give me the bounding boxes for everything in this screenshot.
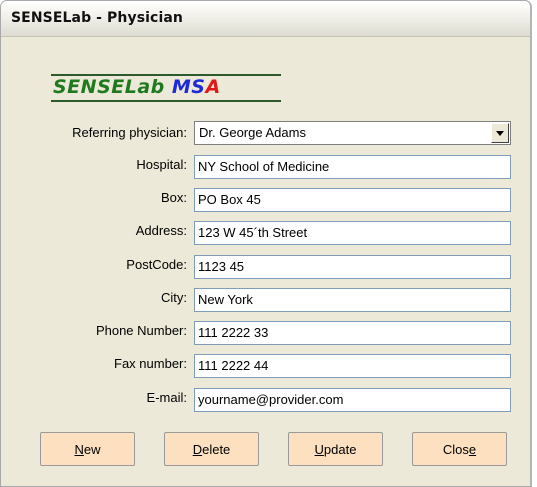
postcode-field[interactable]: 1123 45 — [194, 255, 511, 279]
email-field[interactable]: yourname@provider.com — [194, 388, 511, 412]
referring-physician-value: Dr. George Adams — [199, 125, 306, 140]
fax-number-label: Fax number: — [114, 356, 187, 371]
address-field[interactable]: 123 W 45´th Street — [194, 221, 511, 245]
city-field[interactable]: New York — [194, 288, 511, 312]
referring-physician-select[interactable]: Dr. George Adams — [194, 121, 511, 145]
delete-button[interactable]: Delete — [164, 432, 259, 466]
hospital-label: Hospital: — [136, 157, 187, 172]
box-field[interactable]: PO Box 45 — [194, 188, 511, 212]
dropdown-button[interactable] — [491, 123, 509, 143]
window-title: SENSELab - Physician — [11, 10, 183, 26]
email-label: E-mail: — [146, 390, 187, 405]
senselab-msa-logo: SENSELab MSA — [49, 71, 281, 105]
logo-text: SENSELab MSA — [53, 76, 221, 98]
title-bar[interactable]: SENSELab - Physician — [1, 1, 530, 37]
update-button[interactable]: Update — [288, 432, 383, 466]
logo-rule-bottom — [51, 100, 281, 102]
fax-number-field[interactable]: 111 2222 44 — [194, 354, 511, 378]
physician-window: SENSELab - Physician SENSELab MSA Referr… — [0, 0, 532, 487]
box-label: Box: — [160, 190, 187, 205]
phone-number-label: Phone Number: — [95, 323, 187, 338]
new-button[interactable]: New — [40, 432, 135, 466]
city-label: City: — [161, 290, 187, 305]
address-label: Address: — [135, 223, 187, 238]
phone-number-field[interactable]: 111 2222 33 — [194, 321, 511, 345]
close-button[interactable]: Close — [412, 432, 507, 466]
postcode-label: PostCode: — [126, 257, 187, 272]
referring-physician-label: Referring physician: — [72, 125, 187, 140]
hospital-field[interactable]: NY School of Medicine — [194, 155, 511, 179]
chevron-down-icon — [496, 131, 504, 136]
